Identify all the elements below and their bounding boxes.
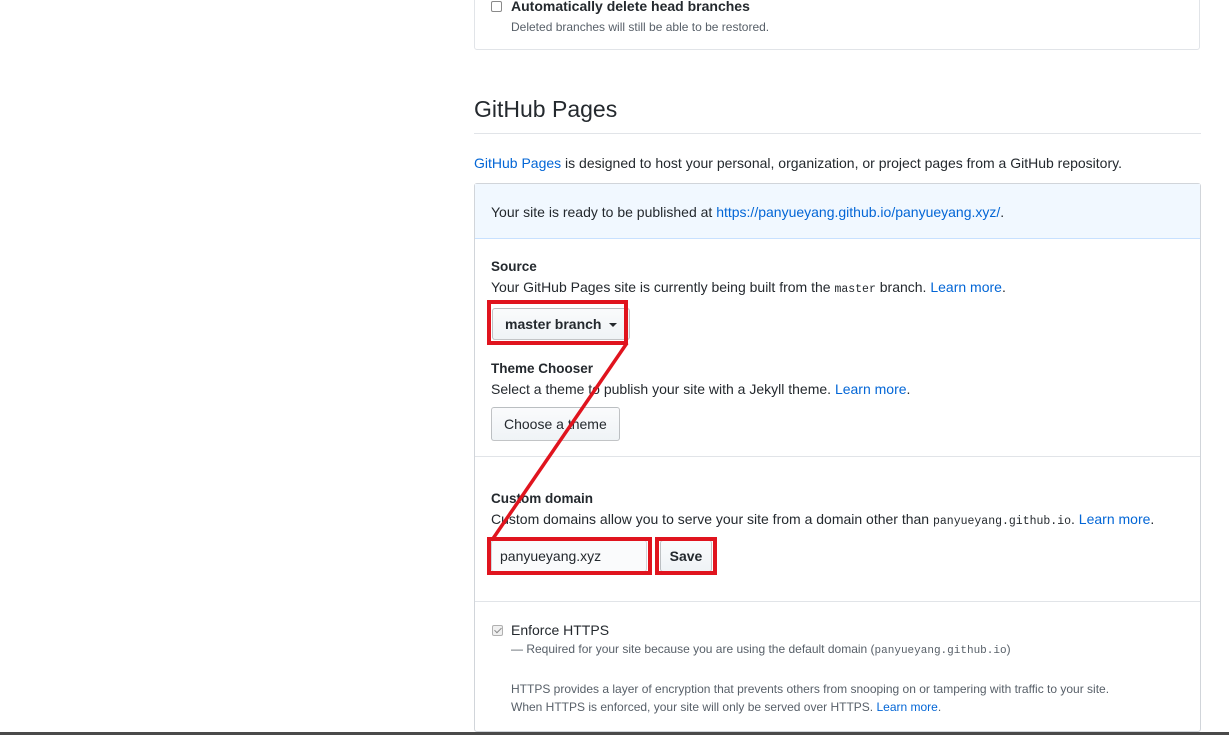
- annotation-arrow-line: [490, 342, 629, 541]
